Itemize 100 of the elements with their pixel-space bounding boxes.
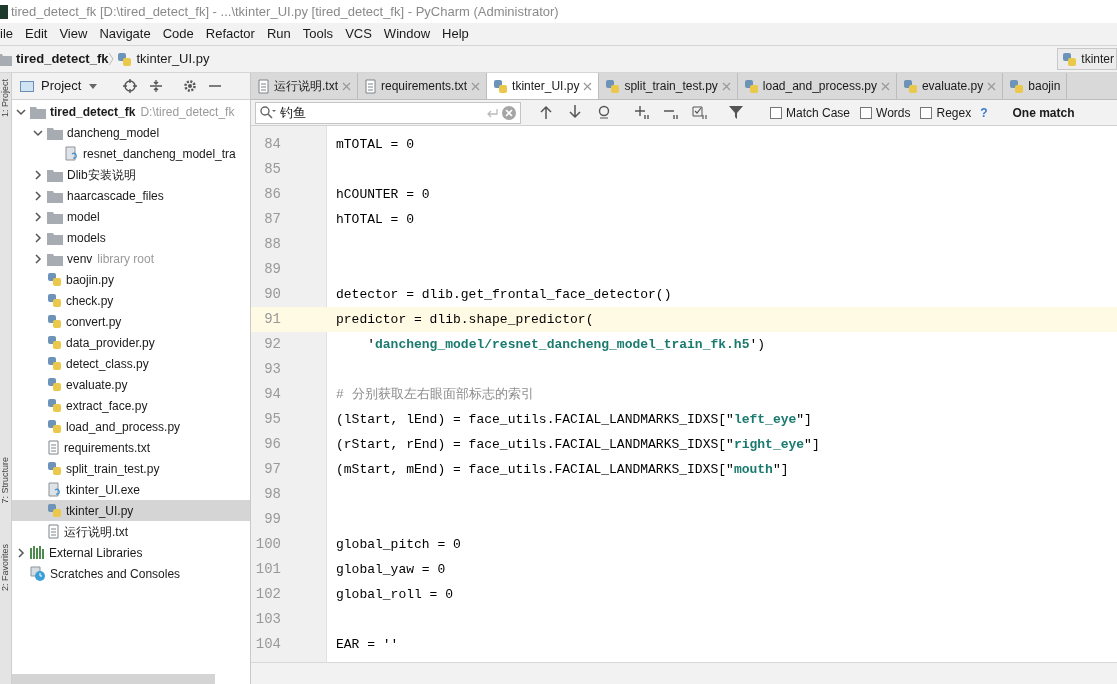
tree-item[interactable]: haarcascade_files xyxy=(12,185,250,206)
line-number: 99 xyxy=(263,510,281,529)
line-number: 86 xyxy=(263,185,281,204)
tree-item[interactable]: models xyxy=(12,227,250,248)
select-all-occurrences-icon[interactable] xyxy=(692,105,707,120)
breadcrumb-item[interactable]: tired_detect_fk xyxy=(0,49,109,69)
menu-item[interactable]: Window xyxy=(377,24,437,44)
tree-item[interactable]: convert.py xyxy=(12,311,250,332)
tree-item[interactable]: detect_class.py xyxy=(12,353,250,374)
side-tool-tab[interactable]: 1: Project xyxy=(0,79,11,118)
tree-item[interactable]: tkinter_UI.py xyxy=(12,500,250,521)
option-checkbox[interactable]: Regex xyxy=(920,103,972,122)
tree-item[interactable]: Scratches and Consoles xyxy=(12,563,250,584)
breadcrumb-item[interactable]: tkinter_UI.py xyxy=(117,49,210,69)
menu-item[interactable]: Run xyxy=(260,24,297,44)
code-line: mTOTAL = 0 xyxy=(336,135,414,154)
side-tool-tab[interactable]: 2: Favorites xyxy=(0,543,11,591)
tree-item[interactable]: dancheng_model xyxy=(12,122,250,143)
tree-item[interactable]: baojin.py xyxy=(12,269,250,290)
locate-icon[interactable] xyxy=(123,79,138,93)
window-title: tired_detect_fk [D:\tired_detect_fk] - ...\tkinter_UI.py [tired_detect_fk] - PyCharm (Administrator) xyxy=(11,2,559,21)
help-link[interactable]: ? xyxy=(980,103,988,122)
collapse-all-icon[interactable] xyxy=(149,79,164,93)
up-arrow-icon[interactable] xyxy=(539,105,554,120)
add-selection-icon[interactable] xyxy=(634,105,649,120)
tree-item[interactable]: tkinter_UI.exe xyxy=(12,479,250,500)
line-number: 97 xyxy=(263,460,281,479)
line-number: 103 xyxy=(254,610,281,629)
menu-item[interactable]: Tools xyxy=(296,24,340,44)
text-file-icon xyxy=(47,440,60,455)
horizontal-scrollbar[interactable] xyxy=(251,662,1117,684)
python-file-icon xyxy=(605,78,621,94)
match-count: One match xyxy=(1012,104,1075,122)
tree-item[interactable]: split_train_test.py xyxy=(12,458,250,479)
settings-icon[interactable] xyxy=(183,79,198,93)
enter-icon xyxy=(486,107,498,118)
tree-item[interactable]: 运行说明.txt xyxy=(12,521,250,542)
tree-item[interactable]: data_provider.py xyxy=(12,332,250,353)
code-line: global_pitch = 0 xyxy=(336,535,461,554)
option-checkbox[interactable]: Match Case xyxy=(770,103,851,122)
folder-icon xyxy=(47,230,63,245)
python-file-icon xyxy=(1062,51,1078,67)
python-file-icon xyxy=(47,503,62,518)
python-file-icon xyxy=(47,335,62,350)
code-line: predictor = dlib.shape_predictor( xyxy=(336,310,594,329)
down-arrow-icon[interactable] xyxy=(568,105,583,120)
tree-item[interactable]: tired_detect_fk D:\tired_detect_fk xyxy=(12,101,250,122)
code-line: (mStart, mEnd) = face_utils.FACIAL_LANDMARKS_IDXS["mouth"] xyxy=(336,460,789,479)
python-file-icon xyxy=(493,78,509,94)
menu-item[interactable]: Edit xyxy=(19,24,54,44)
tree-item[interactable]: extract_face.py xyxy=(12,395,250,416)
filter-icon[interactable] xyxy=(729,105,744,120)
run-config-selector[interactable]: tkinter xyxy=(1057,48,1117,70)
tree-item[interactable]: evaluate.py xyxy=(12,374,250,395)
folder-icon xyxy=(30,104,46,119)
line-number: 84 xyxy=(263,135,281,154)
find-all-icon[interactable] xyxy=(597,105,612,120)
menu-item[interactable]: Code xyxy=(156,24,200,44)
python-file-icon xyxy=(902,78,918,94)
code-line: (rStart, rEnd) = face_utils.FACIAL_LANDMARKS_IDXS["right_eye"] xyxy=(336,435,820,454)
python-file-icon xyxy=(47,398,62,413)
search-icon xyxy=(260,106,276,119)
line-number: 98 xyxy=(263,485,281,504)
search-bar[interactable]: 钓鱼 xyxy=(255,101,521,124)
menu-item[interactable]: Help xyxy=(436,24,475,44)
tree-item[interactable]: check.py xyxy=(12,290,250,311)
python-file-icon xyxy=(47,419,62,434)
tree-item[interactable]: load_and_process.py xyxy=(12,416,250,437)
option-checkbox[interactable]: Words xyxy=(860,103,911,122)
tree-item[interactable]: resnet_dancheng_model_tra xyxy=(12,143,250,164)
line-number: 104 xyxy=(254,635,281,654)
code-line: global_yaw = 0 xyxy=(336,560,446,579)
close-icon xyxy=(583,81,593,91)
scrollbar[interactable] xyxy=(12,674,215,684)
project-view-dropdown[interactable]: Project xyxy=(41,76,98,96)
line-number: 85 xyxy=(263,160,281,179)
line-number: 100 xyxy=(254,535,281,554)
tree-item[interactable]: requirements.txt xyxy=(12,437,250,458)
menu-item[interactable]: ile xyxy=(0,24,19,44)
python-file-icon xyxy=(47,461,62,476)
tree-item[interactable]: External Libraries xyxy=(12,542,250,563)
menu-item[interactable]: Refactor xyxy=(199,24,261,44)
line-number: 87 xyxy=(263,210,281,229)
folder-icon xyxy=(47,209,63,224)
side-tool-tab[interactable]: 7: Structure xyxy=(0,457,11,504)
menu-item[interactable]: Navigate xyxy=(93,24,157,44)
menu-item[interactable]: VCS xyxy=(339,24,378,44)
search-field[interactable]: 钓鱼 xyxy=(280,102,482,123)
python-file-icon xyxy=(47,314,62,329)
editor-tab[interactable]: tkinter_UI.py xyxy=(487,73,600,99)
python-file-icon xyxy=(47,293,62,308)
line-number: 96 xyxy=(263,435,281,454)
tree-item[interactable]: model xyxy=(12,206,250,227)
python-file-icon xyxy=(743,78,759,94)
menu-item[interactable]: View xyxy=(53,24,94,44)
text-file-icon xyxy=(257,78,270,94)
folder-icon xyxy=(47,167,63,182)
tree-item[interactable]: venv library root xyxy=(12,248,250,269)
python-file-icon xyxy=(47,272,62,287)
tree-item[interactable]: Dlib安装说明 xyxy=(12,164,250,185)
